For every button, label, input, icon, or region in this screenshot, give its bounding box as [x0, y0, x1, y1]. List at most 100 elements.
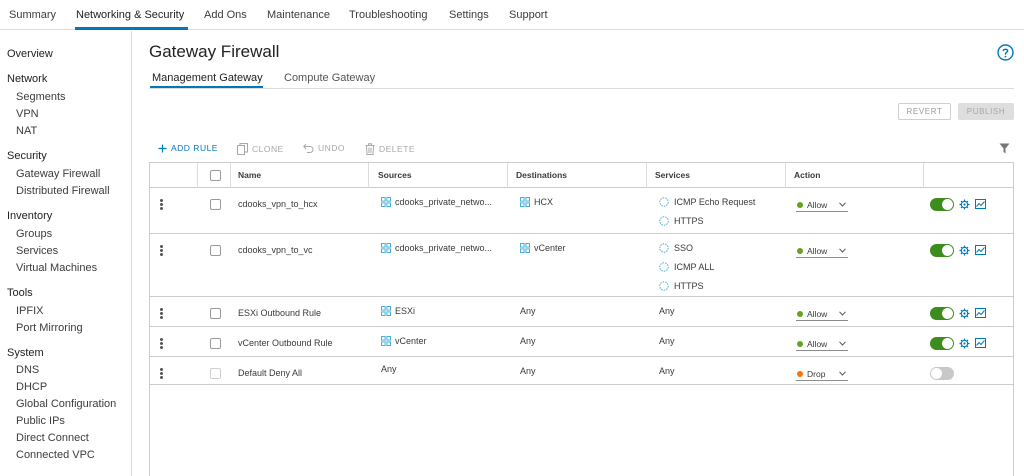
row-actions-kebab-icon[interactable]: [160, 368, 163, 379]
sidebar-item-segments[interactable]: Segments: [16, 91, 66, 103]
gear-icon[interactable]: [959, 199, 970, 210]
table-row[interactable]: ESXi Outbound Rule ESXi Any Any Allow: [150, 297, 1013, 327]
rule-name[interactable]: cdooks_vpn_to_hcx: [238, 199, 318, 209]
rule-service[interactable]: SSO: [659, 243, 693, 253]
sidebar-item-connected-vpc[interactable]: Connected VPC: [16, 449, 95, 461]
sidebar-item-distributed-firewall[interactable]: Distributed Firewall: [16, 185, 110, 197]
rule-service[interactable]: HTTPS: [659, 216, 704, 226]
tab-troubleshooting[interactable]: Troubleshooting: [349, 9, 427, 21]
tab-summary[interactable]: Summary: [9, 9, 56, 21]
rule-destination[interactable]: vCenter: [520, 243, 566, 253]
column-header-destinations[interactable]: Destinations: [516, 170, 567, 180]
rule-service[interactable]: ICMP ALL: [659, 262, 714, 272]
sidebar-item-direct-connect[interactable]: Direct Connect: [16, 432, 89, 444]
clone-button[interactable]: CLONE: [237, 143, 284, 155]
rule-enabled-toggle[interactable]: [930, 244, 954, 257]
delete-button[interactable]: DELETE: [365, 143, 415, 155]
sidebar-item-dns[interactable]: DNS: [16, 364, 39, 376]
rule-source[interactable]: cdooks_private_netwo...: [381, 197, 492, 207]
tab-maintenance[interactable]: Maintenance: [267, 9, 330, 21]
column-header-services[interactable]: Services: [655, 170, 690, 180]
rule-name[interactable]: cdooks_vpn_to_vc: [238, 245, 313, 255]
tab-settings[interactable]: Settings: [449, 9, 489, 21]
sidebar-item-port-mirroring[interactable]: Port Mirroring: [16, 322, 83, 334]
add-rule-button[interactable]: ADD RULE: [158, 143, 218, 153]
gear-icon[interactable]: [959, 338, 970, 349]
tab-support[interactable]: Support: [509, 9, 548, 21]
action-status-dot: [797, 311, 803, 317]
tab-compute-gateway[interactable]: Compute Gateway: [284, 72, 375, 84]
group-icon: [520, 243, 530, 253]
rule-source[interactable]: cdooks_private_netwo...: [381, 243, 492, 253]
row-actions-kebab-icon[interactable]: [160, 199, 163, 210]
row-actions-kebab-icon[interactable]: [160, 308, 163, 319]
rule-enabled-toggle[interactable]: [930, 307, 954, 320]
row-select-checkbox[interactable]: [210, 308, 221, 319]
rule-name[interactable]: Default Deny All: [238, 368, 302, 378]
rule-name[interactable]: ESXi Outbound Rule: [238, 308, 321, 318]
row-select-checkbox[interactable]: [210, 199, 221, 210]
help-icon[interactable]: [997, 44, 1014, 61]
rule-enabled-toggle[interactable]: [930, 198, 954, 211]
column-header-name[interactable]: Name: [238, 170, 261, 180]
rule-action-select[interactable]: Allow: [796, 308, 848, 321]
rule-service[interactable]: HTTPS: [659, 281, 704, 291]
table-row[interactable]: cdooks_vpn_to_vc cdooks_private_netwo... v…: [150, 234, 1013, 297]
stats-chart-icon[interactable]: [975, 308, 986, 318]
sidebar-item-dhcp[interactable]: DHCP: [16, 381, 47, 393]
delete-label: DELETE: [379, 144, 416, 154]
gear-icon[interactable]: [959, 308, 970, 319]
revert-button[interactable]: REVERT: [898, 103, 951, 120]
sidebar-item-global-configuration[interactable]: Global Configuration: [16, 398, 116, 410]
stats-chart-icon[interactable]: [975, 338, 986, 348]
sidebar-item-gateway-firewall[interactable]: Gateway Firewall: [16, 168, 100, 180]
rule-service[interactable]: ICMP Echo Request: [659, 197, 755, 207]
column-header-sources[interactable]: Sources: [378, 170, 412, 180]
rule-source[interactable]: ESXi: [381, 306, 415, 316]
toggle-knob: [931, 368, 942, 379]
table-row[interactable]: Default Deny All Any Any Any Drop: [150, 357, 1013, 385]
tab-add-ons[interactable]: Add Ons: [204, 9, 247, 21]
tab-management-gateway[interactable]: Management Gateway: [152, 72, 263, 84]
rule-source[interactable]: vCenter: [381, 336, 427, 346]
rule-action-select[interactable]: Allow: [796, 245, 848, 258]
group-icon: [520, 197, 530, 207]
row-actions-kebab-icon[interactable]: [160, 338, 163, 349]
column-header-action[interactable]: Action: [794, 170, 820, 180]
undo-button[interactable]: UNDO: [303, 143, 345, 153]
rule-enabled-toggle[interactable]: [930, 337, 954, 350]
sidebar-item-virtual-machines[interactable]: Virtual Machines: [16, 262, 97, 274]
table-row[interactable]: vCenter Outbound Rule vCenter Any Any Allow: [150, 327, 1013, 357]
tab-networking-security[interactable]: Networking & Security: [76, 9, 184, 21]
subtab-divider: [149, 88, 1014, 89]
sidebar-item-groups[interactable]: Groups: [16, 228, 52, 240]
stats-chart-icon[interactable]: [975, 199, 986, 209]
rule-destination[interactable]: HCX: [520, 197, 553, 207]
undo-icon: [303, 143, 314, 153]
row-select-checkbox[interactable]: [210, 338, 221, 349]
sidebar-item-public-ips[interactable]: Public IPs: [16, 415, 65, 427]
sidebar-section-system: System: [7, 347, 44, 359]
row-actions-kebab-icon[interactable]: [160, 245, 163, 256]
rule-enabled-toggle[interactable]: [930, 367, 954, 380]
publish-button[interactable]: PUBLISH: [958, 103, 1014, 120]
rule-action-select[interactable]: Allow: [796, 199, 848, 212]
filter-icon[interactable]: [999, 143, 1010, 154]
table-row[interactable]: cdooks_vpn_to_hcx cdooks_private_netwo...…: [150, 188, 1013, 234]
rule-action-select[interactable]: Allow: [796, 338, 848, 351]
column-divider: [923, 163, 924, 188]
stats-chart-icon[interactable]: [975, 245, 986, 255]
select-all-checkbox[interactable]: [210, 170, 221, 181]
clone-icon: [237, 143, 248, 155]
sidebar-item-ipfix[interactable]: IPFIX: [16, 305, 44, 317]
rule-source: Any: [381, 364, 397, 374]
sidebar-item-vpn[interactable]: VPN: [16, 108, 39, 120]
sidebar-item-services[interactable]: Services: [16, 245, 58, 257]
row-select-checkbox[interactable]: [210, 245, 221, 256]
rule-action-select[interactable]: Drop: [796, 368, 848, 381]
sidebar-item-overview[interactable]: Overview: [7, 48, 53, 60]
gear-icon[interactable]: [959, 245, 970, 256]
sidebar-item-nat[interactable]: NAT: [16, 125, 37, 137]
rule-service-label: HTTPS: [674, 281, 704, 291]
rule-name[interactable]: vCenter Outbound Rule: [238, 338, 333, 348]
